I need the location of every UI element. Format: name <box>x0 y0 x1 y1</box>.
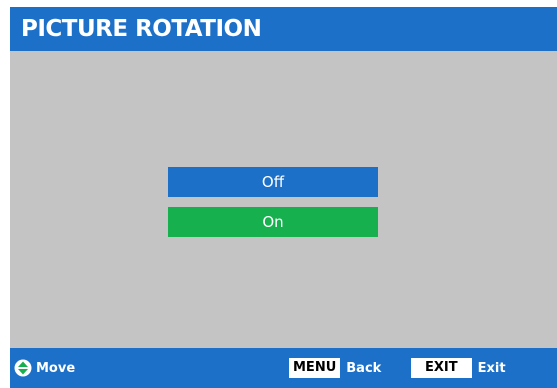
exit-key: EXIT <box>411 358 472 378</box>
back-label: Back <box>346 360 382 376</box>
header-bar: PICTURE ROTATION <box>10 7 557 51</box>
page-title: PICTURE ROTATION <box>21 16 262 42</box>
exit-hint[interactable]: EXIT Exit <box>411 348 506 388</box>
menu-key: MENU <box>289 358 341 378</box>
move-hint: Move <box>14 348 75 388</box>
move-label: Move <box>36 360 76 376</box>
option-on-button[interactable]: On <box>168 207 378 237</box>
up-down-arrows-icon <box>14 359 32 377</box>
picture-rotation-screen: PICTURE ROTATION Off On Move MENU Back E… <box>10 7 557 388</box>
option-off-button[interactable]: Off <box>168 167 378 197</box>
footer-bar: Move MENU Back EXIT Exit <box>10 348 557 388</box>
back-hint[interactable]: MENU Back <box>289 348 381 388</box>
exit-label: Exit <box>477 360 506 376</box>
